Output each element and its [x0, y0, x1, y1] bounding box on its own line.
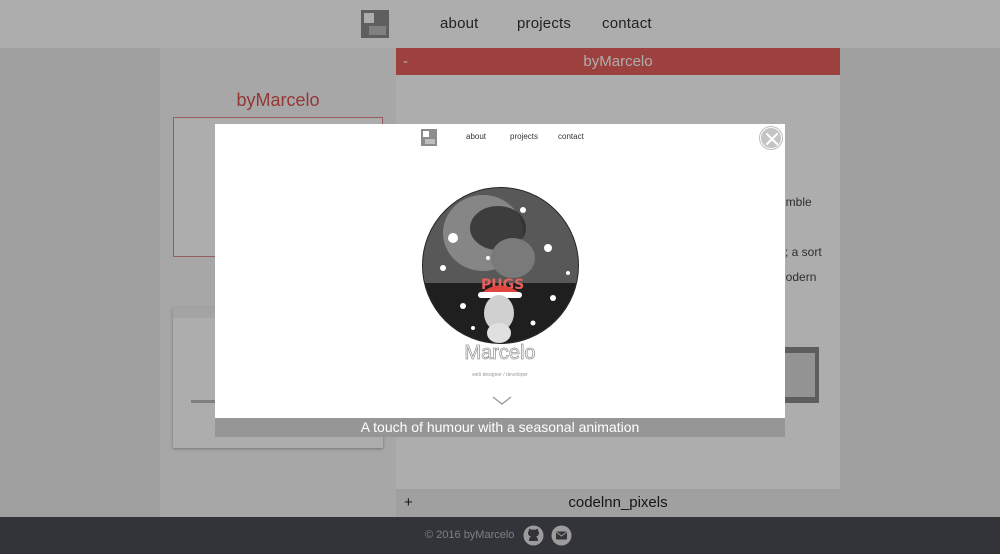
- close-icon[interactable]: [760, 127, 782, 149]
- avatar-artwork: PUGS: [423, 188, 578, 343]
- close-x-glyph: [766, 133, 778, 145]
- modal-nav-contact: contact: [558, 132, 584, 141]
- modal-subtitle: web designer / developer: [472, 372, 528, 378]
- modal-name: Marcelo: [464, 342, 536, 365]
- profile-avatar: PUGS: [422, 187, 579, 344]
- modal-logo-icon: [421, 129, 437, 146]
- lightbox-caption: A touch of humour with a seasonal animat…: [215, 418, 785, 437]
- lightbox-modal: about projects contact PUGS Marcelo web …: [215, 124, 785, 419]
- chevron-down-icon[interactable]: [492, 396, 512, 406]
- modal-nav-projects: projects: [510, 132, 539, 141]
- modal-name-text: Marcelo: [464, 342, 535, 364]
- modal-nav-about: about: [466, 132, 487, 141]
